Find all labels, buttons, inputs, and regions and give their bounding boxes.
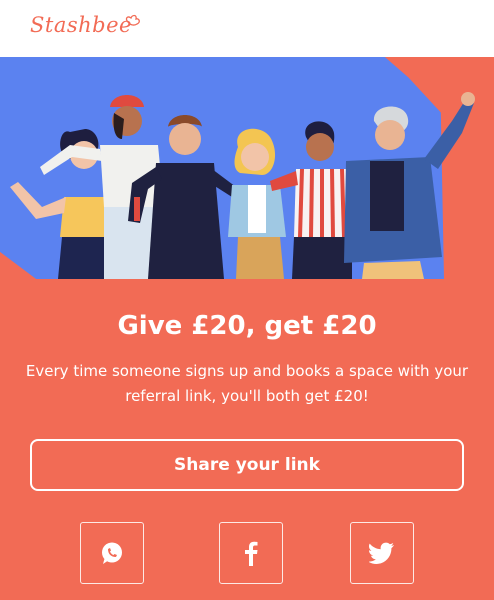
stashbee-logo[interactable]: Stashbee [30, 13, 132, 37]
twitter-share-button[interactable] [350, 522, 414, 584]
whatsapp-share-button[interactable] [80, 522, 144, 584]
referral-headline: Give £20, get £20 [117, 311, 377, 341]
hero-illustration [0, 57, 494, 279]
referral-panel: Give £20, get £20 Every time someone sig… [0, 279, 494, 600]
twitter-icon [369, 542, 394, 564]
whatsapp-icon [102, 542, 122, 564]
header: Stashbee [0, 0, 494, 57]
share-link-button[interactable]: Share your link [30, 439, 464, 491]
facebook-share-button[interactable] [219, 522, 283, 584]
referral-description: Every time someone signs up and books a … [25, 362, 469, 405]
facebook-icon [245, 541, 258, 566]
bee-icon [125, 14, 140, 26]
